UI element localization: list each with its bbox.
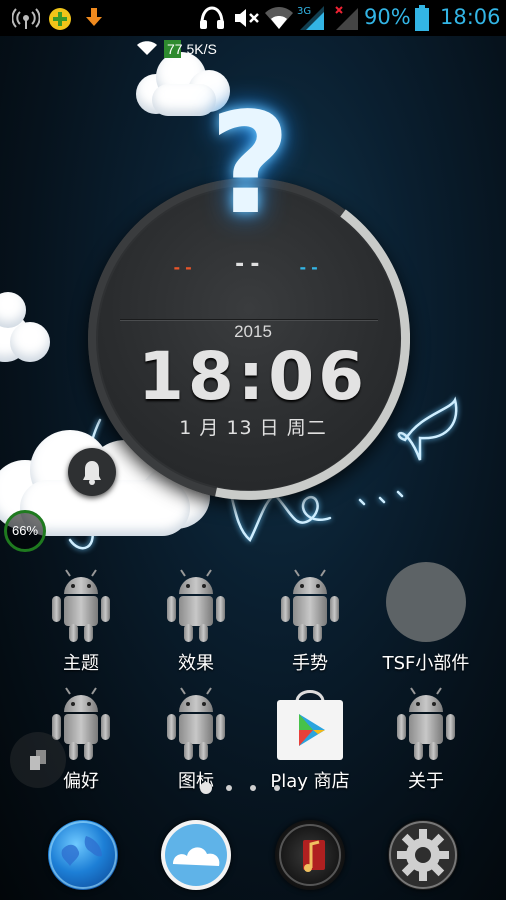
status-time: 18:06 bbox=[440, 5, 501, 29]
battery-float-badge[interactable]: 66% bbox=[4, 510, 46, 552]
clock-date: 1 月 13 日 周二 bbox=[179, 417, 327, 439]
app-about[interactable]: 关于 bbox=[371, 680, 481, 792]
dock-browser[interactable] bbox=[48, 820, 118, 890]
tsf-widget-icon bbox=[386, 562, 466, 642]
android-robot-icon bbox=[52, 569, 110, 642]
weather-icon bbox=[165, 824, 227, 886]
app-gestures[interactable]: 手势 bbox=[255, 560, 365, 674]
network-speed: 77.5K/S bbox=[164, 40, 220, 58]
current-temp: -- bbox=[233, 252, 264, 277]
app-effects[interactable]: 效果 bbox=[141, 560, 251, 674]
android-robot-icon bbox=[167, 687, 225, 760]
dock-settings[interactable] bbox=[388, 820, 458, 890]
android-robot-icon bbox=[167, 569, 225, 642]
alarm-button[interactable] bbox=[68, 448, 116, 496]
app-label: 主题 bbox=[63, 653, 99, 674]
recent-apps-button[interactable] bbox=[10, 732, 66, 788]
bell-icon bbox=[83, 461, 101, 485]
app-icons[interactable]: 图标 bbox=[141, 680, 251, 792]
low-temp: -- bbox=[172, 258, 196, 277]
page-indicator[interactable] bbox=[198, 782, 288, 796]
signal-3g-icon: 3G bbox=[297, 6, 324, 30]
android-robot-icon bbox=[397, 687, 455, 760]
play-store-icon bbox=[277, 690, 343, 760]
app-label: 效果 bbox=[178, 653, 214, 674]
dock-weather[interactable] bbox=[161, 820, 231, 890]
plus-app-icon bbox=[49, 8, 71, 30]
app-theme[interactable]: 主题 bbox=[26, 560, 136, 674]
wifi-icon bbox=[265, 7, 293, 29]
app-label: TSF小部件 bbox=[382, 653, 470, 674]
wifi-speed-icon bbox=[137, 41, 157, 55]
app-tsf-widgets[interactable]: TSF小部件 bbox=[371, 560, 481, 674]
browser-globe-icon bbox=[49, 821, 117, 889]
signal-no-sim-icon bbox=[335, 6, 358, 30]
app-label: 手势 bbox=[292, 653, 328, 674]
copy-icon bbox=[30, 750, 46, 770]
download-icon bbox=[86, 8, 102, 26]
page-dot-active bbox=[200, 782, 212, 794]
svg-text:3G: 3G bbox=[297, 6, 311, 17]
mute-icon bbox=[235, 9, 259, 27]
page-dot bbox=[250, 785, 256, 791]
app-label: 关于 bbox=[408, 771, 444, 792]
settings-gear-icon bbox=[389, 821, 457, 889]
android-robot-icon bbox=[281, 569, 339, 642]
status-bar: 3G 90% 18:06 bbox=[0, 0, 506, 36]
music-icon bbox=[279, 824, 341, 886]
app-play-store[interactable]: Play 商店 bbox=[255, 680, 365, 792]
battery-icon bbox=[415, 5, 429, 31]
dock-music[interactable] bbox=[275, 820, 345, 890]
home-screen: ? -- -- -- 2015 18:06 1 月 13 日 周二 66% 3G… bbox=[0, 0, 506, 900]
battery-percent: 90% bbox=[364, 5, 411, 29]
high-temp: -- bbox=[298, 258, 322, 277]
page-dot bbox=[274, 785, 280, 791]
headphones-icon bbox=[200, 6, 224, 29]
page-dot bbox=[226, 785, 232, 791]
clock-divider bbox=[120, 319, 378, 321]
weather-unknown-icon[interactable]: ? bbox=[205, 90, 295, 240]
clock-time: 18:06 bbox=[137, 338, 369, 415]
wifi-hotspot-icon bbox=[12, 8, 40, 29]
